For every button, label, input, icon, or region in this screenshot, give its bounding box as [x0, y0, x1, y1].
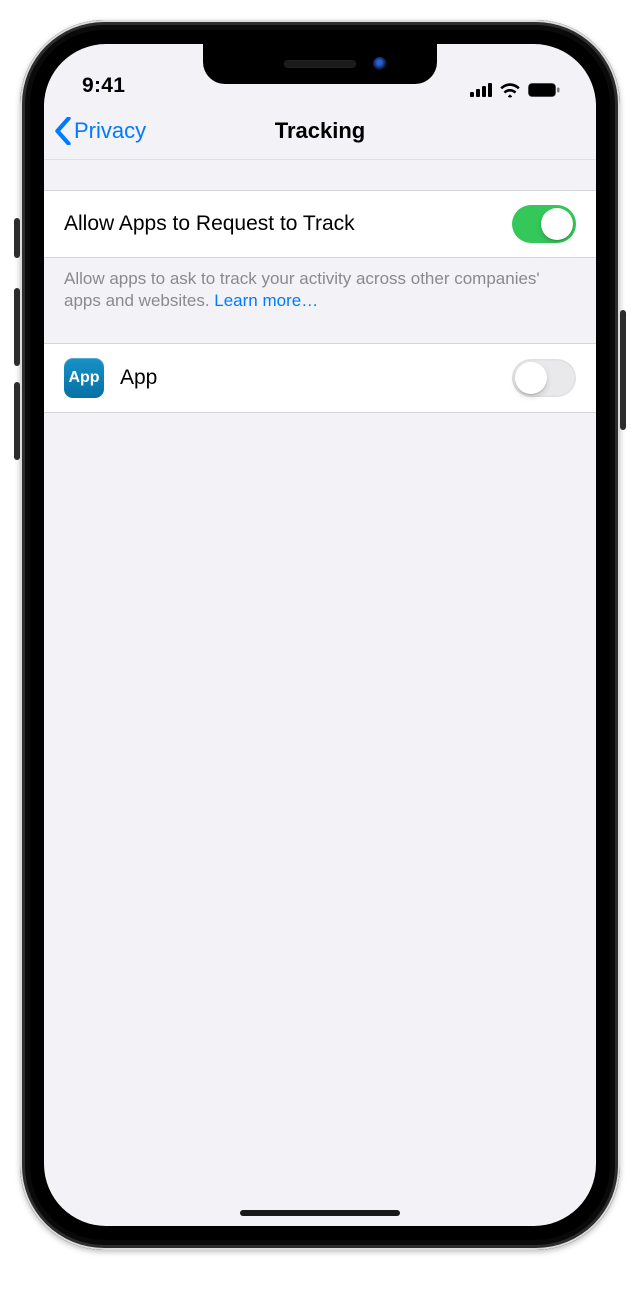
wifi-icon [499, 82, 521, 98]
hw-volume-up [14, 288, 20, 366]
status-icons [470, 82, 560, 98]
front-camera-icon [373, 57, 387, 71]
back-button[interactable]: Privacy [54, 117, 146, 145]
app-icon-label: App [68, 369, 99, 387]
hw-mute-switch [14, 218, 20, 258]
navbar: Privacy Tracking [44, 102, 596, 160]
screen: 9:41 [44, 44, 596, 1226]
section-footer: Allow apps to ask to track your activity… [44, 258, 596, 313]
iphone-device-frame: 9:41 [20, 20, 620, 1250]
home-indicator[interactable] [240, 1210, 400, 1216]
content: Allow Apps to Request to Track Allow app… [44, 160, 596, 413]
allow-request-to-track-row: Allow Apps to Request to Track [44, 190, 596, 258]
hw-volume-down [14, 382, 20, 460]
allow-request-to-track-toggle[interactable] [512, 205, 576, 243]
battery-icon [528, 83, 560, 97]
status-time: 9:41 [82, 74, 125, 98]
cellular-icon [470, 83, 492, 97]
app-row: App App [44, 343, 596, 413]
app-name: App [120, 366, 498, 390]
learn-more-link[interactable]: Learn more… [214, 291, 318, 310]
app-tracking-toggle[interactable] [512, 359, 576, 397]
speaker-grill [284, 60, 356, 68]
chevron-left-icon [54, 117, 72, 145]
notch [203, 44, 437, 84]
back-label: Privacy [74, 118, 146, 144]
allow-request-to-track-label: Allow Apps to Request to Track [64, 212, 498, 236]
app-icon: App [64, 358, 104, 398]
hw-power-button [620, 310, 626, 430]
